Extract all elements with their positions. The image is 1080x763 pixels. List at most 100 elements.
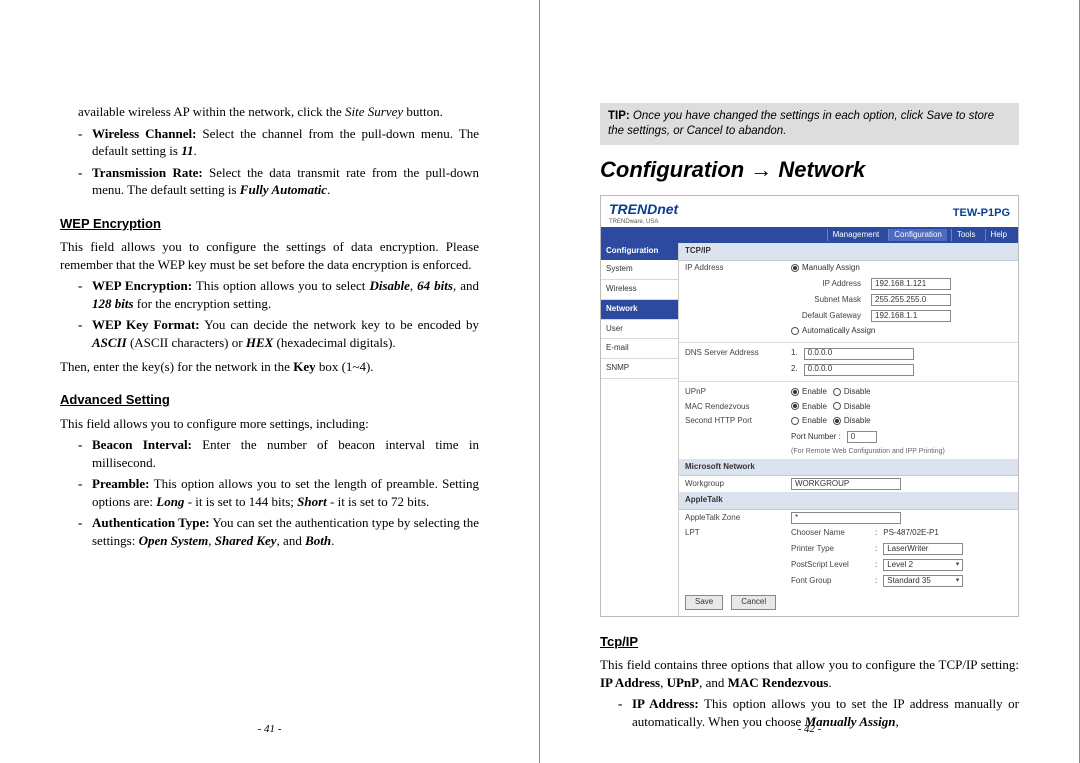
preamble-short: Short bbox=[297, 494, 327, 509]
then-enter-b: box (1~4). bbox=[316, 359, 374, 374]
wep-enc-disable: Disable bbox=[369, 278, 409, 293]
ip-addr-sublabel: IP Address bbox=[791, 279, 865, 290]
wep-enc-label: WEP Encryption: bbox=[92, 278, 192, 293]
ip-address-field[interactable]: 192.168.1.121 bbox=[871, 278, 951, 290]
radio-off-icon bbox=[791, 327, 799, 335]
wireless-channel-item: Wireless Channel: Select the channel fro… bbox=[78, 125, 479, 160]
advanced-intro: This field allows you to configure more … bbox=[60, 415, 479, 433]
preamble-label: Preamble: bbox=[92, 476, 150, 491]
enable-text: Enable bbox=[802, 416, 827, 425]
main-panel: TCP/IP IP Address Manually Assign IP Add… bbox=[679, 243, 1018, 615]
font-group-val: Standard 35 bbox=[887, 576, 931, 587]
wep-options-list: WEP Encryption: This option allows you t… bbox=[78, 277, 479, 351]
enable-text: Enable bbox=[802, 402, 827, 411]
auto-assign-radio[interactable]: Automatically Assign bbox=[791, 326, 875, 337]
mac-rv-row: MAC Rendezvous Enable Disable bbox=[679, 400, 1018, 415]
wireless-options-list: Wireless Channel: Select the channel fro… bbox=[78, 125, 479, 199]
wep-encryption-heading: WEP Encryption bbox=[60, 215, 479, 233]
second-http-disable[interactable]: Disable bbox=[833, 416, 871, 427]
disable-text: Disable bbox=[844, 416, 871, 425]
wep-key-text-a: You can decide the network key to be enc… bbox=[200, 317, 479, 332]
tip-text-c: to abandon. bbox=[722, 125, 786, 137]
intro-after: button. bbox=[403, 104, 443, 119]
mac-rv-disable[interactable]: Disable bbox=[833, 402, 871, 413]
mac-rv-enable[interactable]: Enable bbox=[791, 402, 827, 413]
preamble-item: Preamble: This option allows you to set … bbox=[78, 475, 479, 510]
apple-zone-field[interactable]: * bbox=[791, 512, 901, 524]
sidebar-item-network[interactable]: Network bbox=[601, 300, 678, 320]
tcpip-intro-a: This field contains three options that a… bbox=[600, 657, 1019, 672]
font-group-label: Font Group bbox=[791, 576, 865, 587]
auth-open: Open System bbox=[139, 533, 209, 548]
sidebar-item-snmp[interactable]: SNMP bbox=[601, 359, 678, 379]
tab-tools[interactable]: Tools bbox=[951, 229, 981, 242]
tab-help[interactable]: Help bbox=[985, 229, 1012, 242]
tip-label: TIP: bbox=[608, 110, 630, 122]
apple-zone-row: AppleTalk Zone * bbox=[679, 510, 1018, 526]
lpt-row: LPT Chooser Name : PS-487/02E-P1 bbox=[679, 526, 1018, 541]
brand-sub: TRENDware, USA bbox=[609, 218, 678, 226]
radio-off-icon bbox=[833, 388, 841, 396]
dns1-field[interactable]: 0.0.0.0 bbox=[804, 348, 914, 360]
wep-intro: This field allows you to configure the s… bbox=[60, 238, 479, 273]
second-http-row: Second HTTP Port Enable Disable bbox=[679, 414, 1018, 429]
cancel-button[interactable]: Cancel bbox=[731, 595, 776, 610]
gateway-field[interactable]: 192.168.1.1 bbox=[871, 310, 951, 322]
button-row: Save Cancel bbox=[679, 589, 1018, 616]
transmission-rate-item: Transmission Rate: Select the data trans… bbox=[78, 164, 479, 199]
ps-level-label: PostScript Level bbox=[791, 560, 865, 571]
wireless-channel-default: 11 bbox=[181, 143, 193, 158]
upnp-disable[interactable]: Disable bbox=[833, 387, 871, 398]
divider bbox=[679, 381, 1018, 382]
apple-zone-label: AppleTalk Zone bbox=[685, 513, 785, 524]
tip-save: Save bbox=[926, 110, 952, 122]
chooser-value: PS-487/02E-P1 bbox=[883, 528, 939, 539]
printer-type-field[interactable]: LaserWriter bbox=[883, 543, 963, 555]
ps-level-val: Level 2 bbox=[887, 560, 913, 571]
page-number-41: - 41 - bbox=[0, 723, 539, 735]
tcpip-mac: MAC Rendezvous bbox=[728, 675, 829, 690]
workgroup-row: Workgroup WORKGROUP bbox=[679, 476, 1018, 492]
tab-configuration[interactable]: Configuration bbox=[888, 229, 947, 242]
upnp-enable[interactable]: Enable bbox=[791, 387, 827, 398]
manually-assign-text: Manually Assign bbox=[802, 263, 860, 272]
wep-key-mid: (ASCII characters) or bbox=[127, 335, 246, 350]
tab-management[interactable]: Management bbox=[827, 229, 885, 242]
auth-both: Both bbox=[305, 533, 331, 548]
save-button[interactable]: Save bbox=[685, 595, 723, 610]
preamble-mid1: - it is set to 144 bits; bbox=[184, 494, 297, 509]
sidebar-item-wireless[interactable]: Wireless bbox=[601, 280, 678, 300]
intro-continuation: available wireless AP within the network… bbox=[78, 103, 479, 121]
beacon-item: Beacon Interval: Enter the number of bea… bbox=[78, 436, 479, 471]
tip-text-a: Once you have changed the settings in ea… bbox=[630, 110, 927, 122]
gateway-row: Default Gateway 192.168.1.1 bbox=[679, 308, 1018, 324]
disable-text: Disable bbox=[844, 402, 871, 411]
preamble-long: Long bbox=[156, 494, 184, 509]
font-group-select[interactable]: Standard 35 bbox=[883, 575, 963, 587]
ps-level-select[interactable]: Level 2 bbox=[883, 559, 963, 571]
port-number-field[interactable]: 0 bbox=[847, 431, 877, 443]
wep-enc-and: , and bbox=[453, 278, 479, 293]
auto-assign-text: Automatically Assign bbox=[802, 326, 875, 335]
tcpip-upnp: UPnP bbox=[667, 675, 700, 690]
brand-block: TRENDnet TRENDware, USA bbox=[609, 200, 678, 227]
ip-address-row: IP Address Manually Assign bbox=[679, 261, 1018, 276]
upnp-row: UPnP Enable Disable bbox=[679, 385, 1018, 400]
dns1-prefix: 1. bbox=[791, 348, 798, 359]
wep-key-format-item: WEP Key Format: You can decide the netwo… bbox=[78, 316, 479, 351]
subnet-field[interactable]: 255.255.255.0 bbox=[871, 294, 951, 306]
sidebar-item-system[interactable]: System bbox=[601, 260, 678, 280]
shot-body: Configuration System Wireless Network Us… bbox=[601, 243, 1018, 615]
workgroup-field[interactable]: WORKGROUP bbox=[791, 478, 901, 490]
port-note-row: (For Remote Web Configuration and IPP Pr… bbox=[679, 445, 1018, 458]
port-number-label: Port Number : bbox=[791, 432, 841, 443]
sidebar-item-email[interactable]: E-mail bbox=[601, 339, 678, 359]
dns2-field[interactable]: 0.0.0.0 bbox=[804, 364, 914, 376]
sidebar-item-user[interactable]: User bbox=[601, 320, 678, 340]
wep-encryption-item: WEP Encryption: This option allows you t… bbox=[78, 277, 479, 312]
shot-header: TRENDnet TRENDware, USA TEW-P1PG bbox=[601, 196, 1018, 227]
tcpip-group-header: TCP/IP bbox=[679, 243, 1018, 261]
second-http-enable[interactable]: Enable bbox=[791, 416, 827, 427]
wep-key-hex: HEX bbox=[246, 335, 273, 350]
manually-assign-radio[interactable]: Manually Assign bbox=[791, 263, 860, 274]
